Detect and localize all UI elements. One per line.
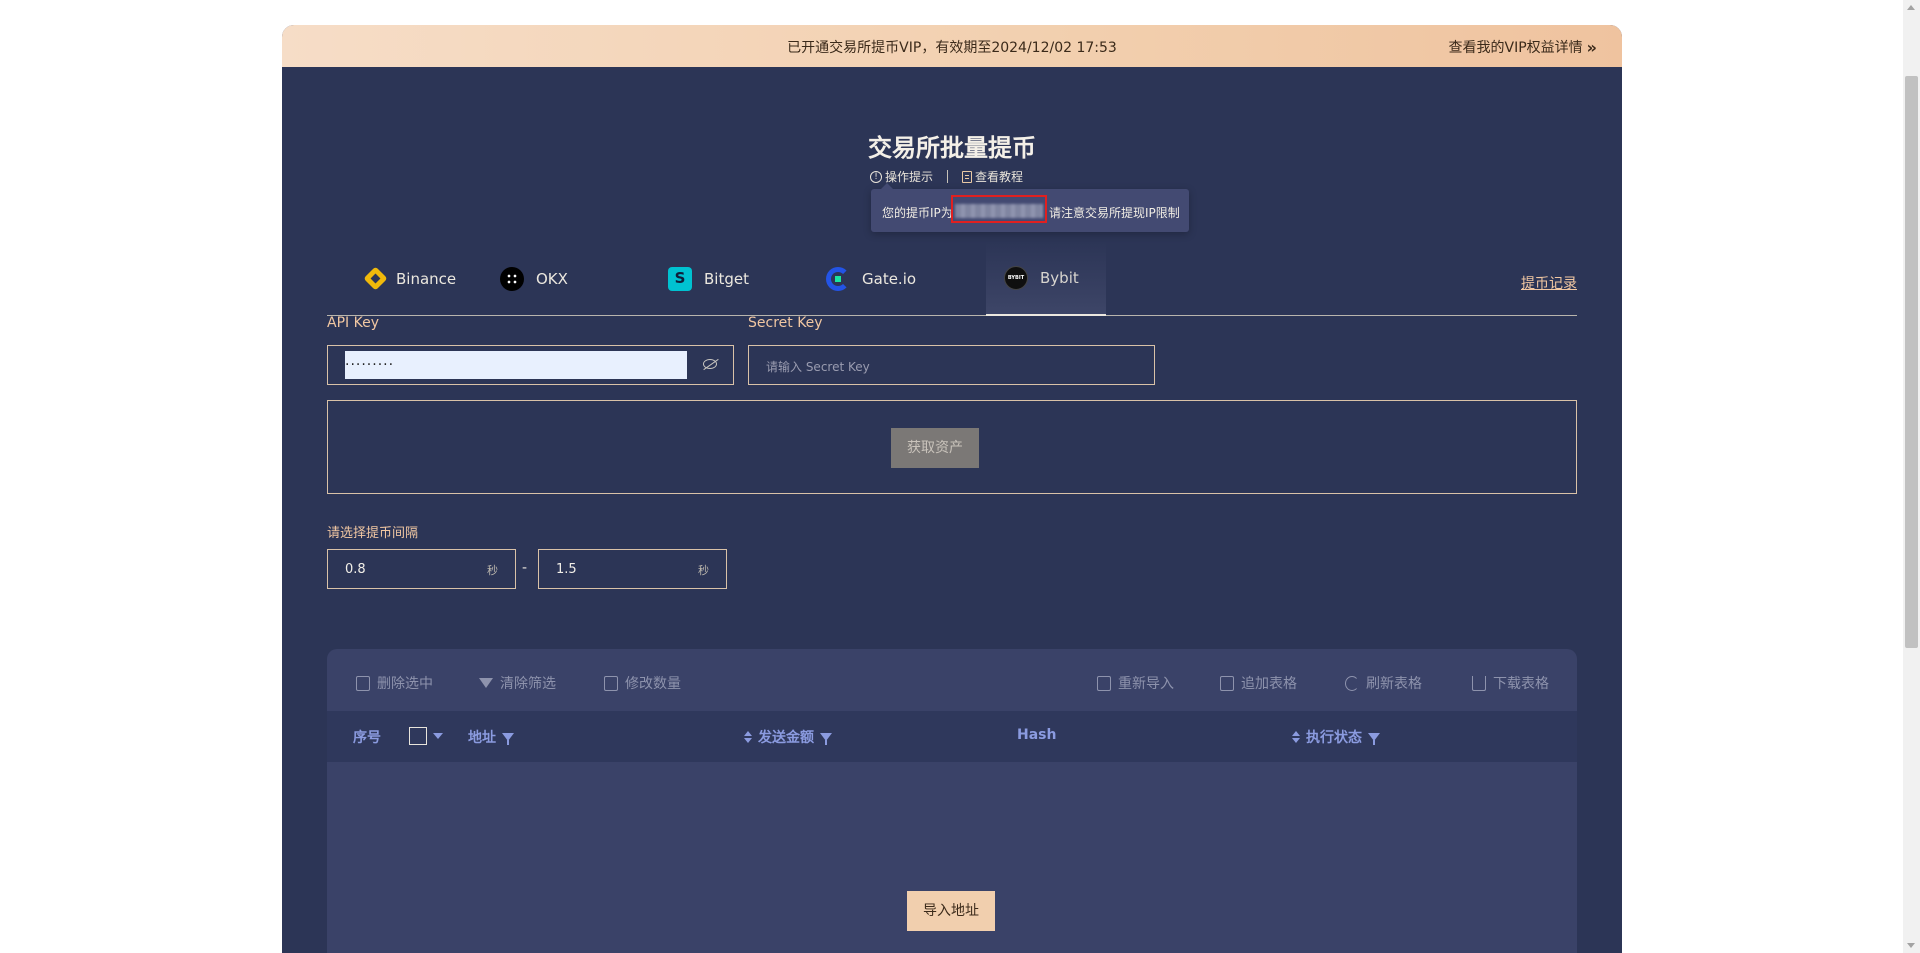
withdraw-record-link[interactable]: 提币记录 <box>1521 273 1577 293</box>
select-menu-caret-icon[interactable] <box>433 733 443 739</box>
amount-filter-icon[interactable] <box>820 733 832 745</box>
tooltip-suffix: 请注意交易所提现IP限制 <box>1049 206 1180 220</box>
okx-logo-icon <box>500 266 524 291</box>
exchange-tabs: Binance OKX Bitget Gate.io Bybit <box>327 242 1577 316</box>
view-tutorial-label: 查看教程 <box>975 170 1024 184</box>
secret-key-label: Secret Key <box>748 315 823 331</box>
status-filter-icon[interactable] <box>1368 733 1380 745</box>
table-header: 序号 地址 发送金额 Hash 执行状态 <box>327 711 1577 762</box>
interval-min-unit: 秒 <box>487 564 498 577</box>
interval-separator: - <box>522 560 528 576</box>
column-status-label: 执行状态 <box>1306 730 1362 746</box>
append-table-button[interactable]: 追加表格 <box>1220 673 1297 693</box>
tab-binance[interactable]: Binance <box>349 242 474 315</box>
interval-min-input[interactable]: 0.8 秒 <box>327 549 516 589</box>
tab-okx-label: OKX <box>536 269 568 288</box>
page-scrollbar[interactable] <box>1903 0 1920 953</box>
reimport-icon <box>1097 675 1111 691</box>
address-filter-icon[interactable] <box>502 733 514 745</box>
secret-key-field[interactable]: 请输入 Secret Key <box>748 345 1155 385</box>
tab-bybit-label: Bybit <box>1040 269 1079 287</box>
clear-filters-button[interactable]: 清除筛选 <box>479 673 556 693</box>
api-key-value: ········· <box>345 351 687 379</box>
edit-amount-button[interactable]: 修改数量 <box>604 673 681 693</box>
interval-max-input[interactable]: 1.5 秒 <box>538 549 727 589</box>
batch-withdraw-card: 已开通交易所提币VIP，有效期至2024/12/02 17:53 查看我的VIP… <box>282 25 1622 953</box>
select-all-checkbox[interactable] <box>409 727 427 745</box>
reimport-button[interactable]: 重新导入 <box>1097 673 1174 693</box>
import-address-button[interactable]: 导入地址 <box>907 891 995 931</box>
document-icon <box>962 170 973 183</box>
eye-hidden-icon[interactable] <box>703 359 717 369</box>
interval-min-value: 0.8 <box>345 562 366 577</box>
status-sort-icon[interactable] <box>1292 731 1300 743</box>
ip-tooltip: 您的提币IP为 请注意交易所提现IP限制 <box>871 183 1189 232</box>
address-table-card: 删除选中 清除筛选 修改数量 重新导入 追加表格 刷新表格 下载表格 序号 地址… <box>327 649 1577 953</box>
interval-max-value: 1.5 <box>556 562 577 577</box>
bitget-logo-icon <box>668 266 692 291</box>
delete-selected-button[interactable]: 删除选中 <box>356 673 433 693</box>
scroll-down-arrow-icon[interactable] <box>1907 943 1915 948</box>
select-all[interactable] <box>409 727 443 745</box>
interval-label: 请选择提币间隔 <box>327 526 419 541</box>
view-tutorial-link[interactable]: 查看教程 <box>962 168 1023 185</box>
edit-amount-label: 修改数量 <box>625 676 681 692</box>
page-title: 交易所批量提币 <box>868 134 1036 162</box>
tab-bybit[interactable]: Bybit <box>986 242 1106 316</box>
scrollbar-thumb[interactable] <box>1905 76 1918 648</box>
tab-bitget[interactable]: Bitget <box>650 242 767 315</box>
amount-sort-icon[interactable] <box>744 731 752 743</box>
double-chevron-right-icon: » <box>1586 37 1597 57</box>
trash-icon <box>356 675 370 691</box>
download-table-label: 下载表格 <box>1493 676 1549 692</box>
vip-status-text: 已开通交易所提币VIP，有效期至2024/12/02 17:53 <box>787 40 1117 56</box>
scroll-up-arrow-icon[interactable] <box>1907 5 1915 10</box>
clear-filters-label: 清除筛选 <box>500 676 556 692</box>
column-hash: Hash <box>1017 727 1056 743</box>
asset-panel: 获取资产 <box>327 400 1577 494</box>
tab-binance-label: Binance <box>396 269 457 288</box>
tab-gate-label: Gate.io <box>862 269 917 288</box>
download-table-button[interactable]: 下载表格 <box>1472 673 1549 693</box>
binance-logo-icon <box>363 266 388 291</box>
tab-bitget-label: Bitget <box>704 269 749 288</box>
column-status[interactable]: 执行状态 <box>1292 727 1380 747</box>
column-address-label: 地址 <box>468 730 496 746</box>
column-amount-label: 发送金额 <box>758 730 814 746</box>
ip-highlight-box <box>951 195 1047 223</box>
column-index: 序号 <box>353 727 381 747</box>
tooltip-prefix: 您的提币IP为 <box>882 206 953 220</box>
column-amount[interactable]: 发送金额 <box>744 727 832 747</box>
tab-gate[interactable]: Gate.io <box>808 242 934 315</box>
edit-document-icon <box>604 675 618 691</box>
column-hash-label: Hash <box>1017 727 1057 743</box>
info-icon: ! <box>870 170 882 183</box>
tab-okx[interactable]: OKX <box>482 242 586 315</box>
delete-selected-label: 删除选中 <box>377 676 433 692</box>
fetch-assets-button[interactable]: 获取资产 <box>891 428 979 468</box>
bybit-logo-icon <box>1004 266 1028 290</box>
secret-key-placeholder: 请输入 Secret Key <box>766 360 870 374</box>
download-icon <box>1472 675 1486 691</box>
operation-hint[interactable]: ! 操作提示 <box>870 168 933 185</box>
reimport-label: 重新导入 <box>1118 676 1174 692</box>
refresh-table-button[interactable]: 刷新表格 <box>1345 673 1422 693</box>
interval-max-unit: 秒 <box>698 564 709 577</box>
hint-divider <box>947 170 949 183</box>
clear-filter-icon <box>479 678 493 688</box>
column-address: 地址 <box>468 727 514 747</box>
refresh-icon <box>1345 675 1359 691</box>
append-table-label: 追加表格 <box>1241 676 1297 692</box>
api-key-field[interactable]: ········· <box>327 345 734 385</box>
api-key-label: API Key <box>327 315 379 331</box>
gate-logo-icon <box>826 266 850 291</box>
column-index-label: 序号 <box>353 730 381 746</box>
add-square-icon <box>1220 675 1234 691</box>
refresh-table-label: 刷新表格 <box>1366 676 1422 692</box>
table-toolbar: 删除选中 清除筛选 修改数量 重新导入 追加表格 刷新表格 下载表格 <box>327 649 1577 711</box>
vip-benefits-link-label: 查看我的VIP权益详情 <box>1448 40 1583 56</box>
vip-benefits-link[interactable]: 查看我的VIP权益详情 » <box>1448 37 1598 57</box>
vip-banner: 已开通交易所提币VIP，有效期至2024/12/02 17:53 查看我的VIP… <box>282 25 1622 67</box>
